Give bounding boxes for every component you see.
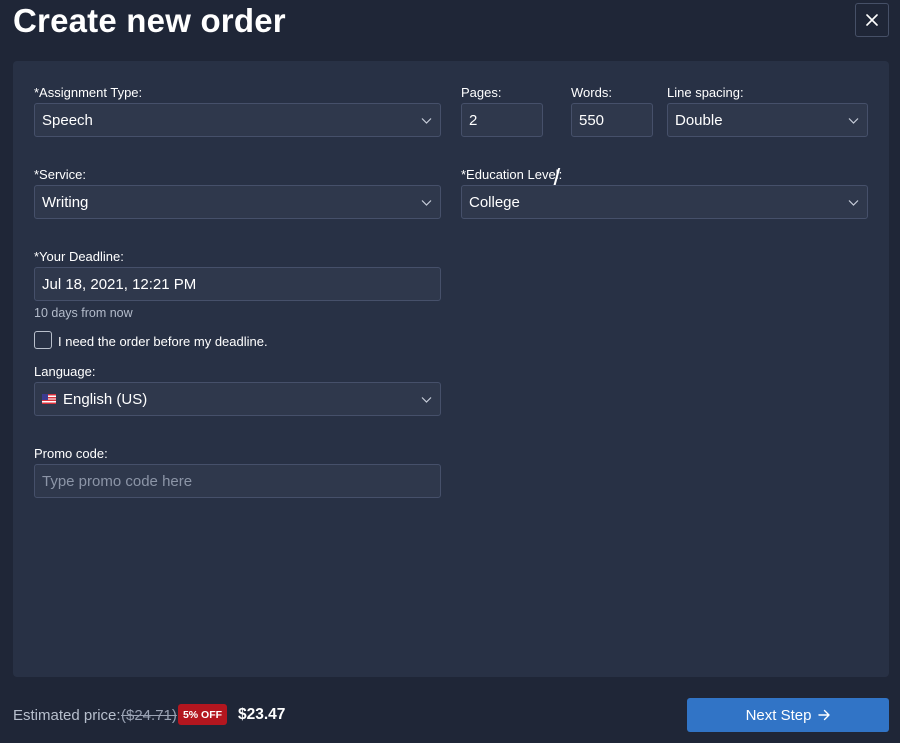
assignment-type-select[interactable]: Speech <box>34 103 441 137</box>
deadline-picker[interactable]: Jul 18, 2021, 12:21 PM <box>34 267 441 301</box>
chevron-down-icon <box>421 118 432 124</box>
pages-label: Pages: <box>461 85 502 100</box>
discount-badge: 5% OFF <box>178 704 227 725</box>
chevron-down-icon <box>848 118 859 124</box>
chevron-down-icon <box>421 200 432 206</box>
education-level-select[interactable]: College <box>461 185 868 219</box>
language-label: Language: <box>34 364 96 379</box>
page-title: Create new order <box>13 2 286 39</box>
service-value: Writing <box>42 193 89 211</box>
us-flag-icon <box>42 394 56 404</box>
education-level-value: College <box>469 193 520 211</box>
arrow-right-icon <box>818 709 831 721</box>
pages-value: 2 <box>469 111 478 129</box>
words-value: 550 <box>579 111 605 129</box>
promo-code-input[interactable] <box>34 464 441 498</box>
order-form-panel: *Assignment Type: Speech Pages: 2 / Word… <box>13 61 889 677</box>
promo-code-label: Promo code: <box>34 446 108 461</box>
chevron-down-icon <box>848 200 859 206</box>
final-price: $23.47 <box>238 706 286 723</box>
close-button[interactable] <box>855 3 889 37</box>
next-step-button[interactable]: Next Step <box>687 698 889 732</box>
service-label: *Service: <box>34 167 87 182</box>
deadline-label: *Your Deadline: <box>34 249 124 264</box>
deadline-value: Jul 18, 2021, 12:21 PM <box>42 275 197 293</box>
before-deadline-label[interactable]: I need the order before my deadline. <box>58 334 268 349</box>
service-select[interactable]: Writing <box>34 185 441 219</box>
language-value: English (US) <box>63 390 148 408</box>
before-deadline-checkbox[interactable] <box>34 331 52 349</box>
deadline-hint: 10 days from now <box>34 306 133 320</box>
line-spacing-select[interactable]: Double <box>667 103 868 137</box>
line-spacing-label: Line spacing: <box>667 85 744 100</box>
words-input[interactable]: 550 <box>571 103 653 137</box>
language-select[interactable]: English (US) <box>34 382 441 416</box>
old-price: ($24.71) <box>121 707 177 724</box>
assignment-type-label: *Assignment Type: <box>34 85 143 100</box>
pages-input[interactable]: 2 <box>461 103 543 137</box>
close-icon <box>866 14 878 26</box>
next-step-label: Next Step <box>745 706 812 724</box>
education-level-label: *Education Level: <box>461 167 563 182</box>
assignment-type-value: Speech <box>42 111 93 129</box>
chevron-down-icon <box>421 397 432 403</box>
words-label: Words: <box>571 85 612 100</box>
line-spacing-value: Double <box>675 111 723 129</box>
estimated-price-label: Estimated price: <box>13 707 121 724</box>
